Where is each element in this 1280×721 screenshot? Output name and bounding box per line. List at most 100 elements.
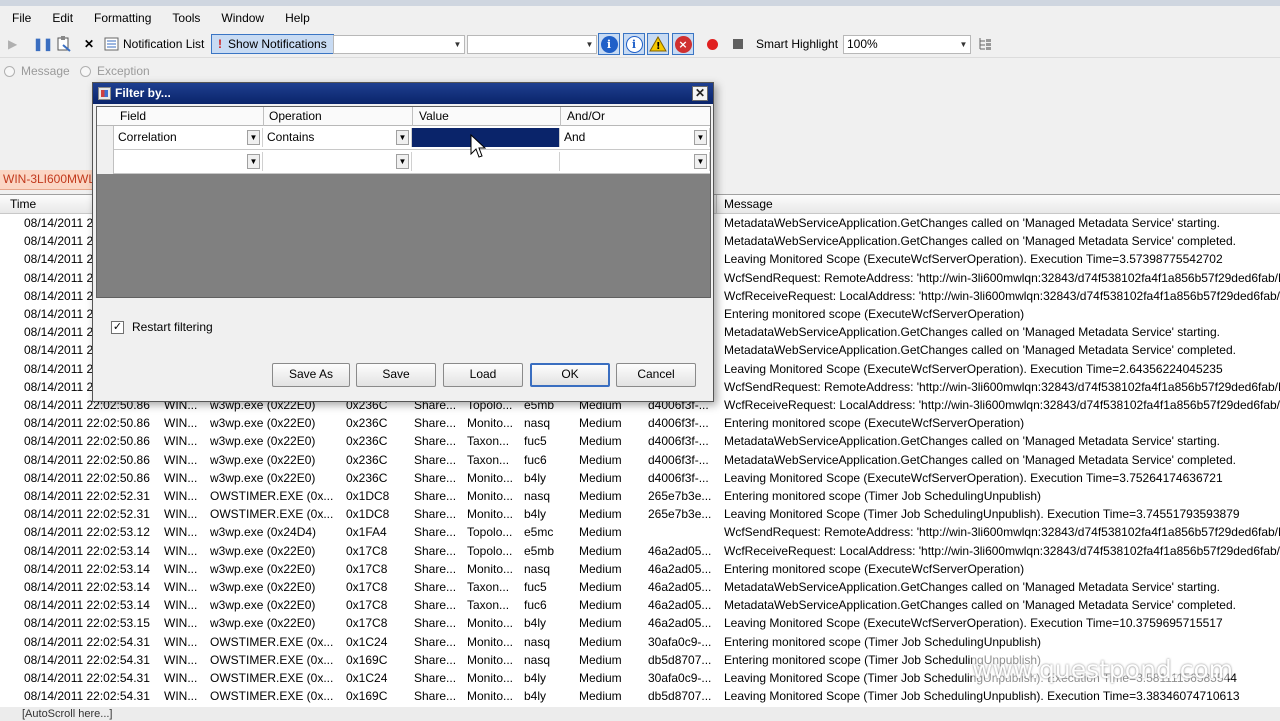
radio-exception[interactable]: Exception bbox=[80, 64, 150, 78]
critical-info-toggle[interactable]: i bbox=[598, 33, 620, 55]
cell-eventid: fuc5 bbox=[524, 434, 547, 449]
table-row[interactable]: 08/14/2011 22:02:53.14 WIN... w3wp.exe (0x… bbox=[0, 560, 1280, 578]
filter-dialog: Filter by... ✕ Field Operation Value And… bbox=[92, 82, 714, 402]
cell-level: Medium bbox=[579, 416, 622, 431]
menu-window[interactable]: Window bbox=[209, 11, 273, 25]
cell-message: Leaving Monitored Scope (ExecuteWcfServe… bbox=[724, 470, 1223, 485]
table-row[interactable]: 08/14/2011 22:02:50.86 WIN... w3wp.exe (0x… bbox=[0, 451, 1280, 469]
notification-list-button[interactable]: Notification List bbox=[104, 34, 204, 54]
checkmark-icon[interactable]: ✓ bbox=[111, 320, 124, 334]
cell-message: Entering monitored scope (Timer Job Sche… bbox=[724, 489, 1042, 503]
chevron-down-icon[interactable]: ▼ bbox=[694, 154, 707, 169]
chevron-down-icon[interactable]: ▼ bbox=[247, 130, 260, 145]
cell-product: Share... bbox=[414, 489, 457, 503]
cell-category: Monito... bbox=[467, 470, 514, 485]
record-icon[interactable] bbox=[707, 34, 718, 54]
table-row[interactable]: 08/14/2011 22:02:53.15 WIN... w3wp.exe (0x… bbox=[0, 614, 1280, 632]
column-time[interactable]: Time bbox=[10, 197, 36, 211]
zoom-combo[interactable]: 100% ▼ bbox=[843, 35, 971, 54]
filter-row: Correlation ▼ Contains ▼ And ▼ bbox=[97, 126, 710, 150]
menu-file[interactable]: File bbox=[0, 11, 40, 25]
cell-process: w3wp.exe (0x22E0) bbox=[210, 543, 316, 558]
restart-filtering-checkbox[interactable]: ✓ Restart filtering bbox=[111, 320, 213, 334]
load-button[interactable]: Load bbox=[443, 363, 523, 387]
smart-highlight-label[interactable]: Smart Highlight bbox=[756, 34, 838, 54]
cell-server: WIN... bbox=[164, 434, 198, 449]
filter-combo-1[interactable]: ▼ bbox=[333, 35, 465, 54]
chevron-down-icon[interactable]: ▼ bbox=[247, 154, 260, 169]
cell-server: WIN... bbox=[164, 616, 198, 631]
show-notifications-button[interactable]: ! Show Notifications bbox=[211, 34, 334, 54]
cell-process: w3wp.exe (0x22E0) bbox=[210, 561, 316, 576]
table-row[interactable]: 08/14/2011 22:02:50.86 WIN... w3wp.exe (0x… bbox=[0, 432, 1280, 450]
row-selector[interactable] bbox=[97, 126, 114, 150]
info-toggle[interactable]: i bbox=[623, 33, 645, 55]
column-separator bbox=[716, 195, 717, 214]
table-row[interactable]: 08/14/2011 22:02:53.14 WIN... w3wp.exe (0x… bbox=[0, 542, 1280, 560]
chevron-down-icon: ▼ bbox=[585, 40, 594, 49]
cell-level: Medium bbox=[579, 580, 622, 594]
table-row[interactable]: 08/14/2011 22:02:50.86 WIN... w3wp.exe (0x… bbox=[0, 469, 1280, 487]
cell-time: 08/14/2011 22:02:50.86 bbox=[24, 416, 150, 431]
save-button[interactable]: Save bbox=[356, 363, 436, 387]
table-row[interactable]: 08/14/2011 22:02:53.12 WIN... w3wp.exe (0x… bbox=[0, 523, 1280, 541]
table-row[interactable]: 08/14/2011 22:02:54.31 WIN... OWSTIMER.EXE… bbox=[0, 687, 1280, 705]
table-row[interactable]: 08/14/2011 22:02:50.86 WIN... w3wp.exe (0x… bbox=[0, 414, 1280, 432]
close-icon[interactable]: ✕ bbox=[692, 86, 708, 101]
column-separator bbox=[263, 107, 264, 126]
menu-formatting[interactable]: Formatting bbox=[82, 11, 160, 25]
clipboard-icon[interactable] bbox=[56, 34, 72, 54]
play-icon[interactable]: ▶ bbox=[8, 34, 17, 54]
cell-server: WIN... bbox=[164, 452, 198, 467]
chevron-down-icon[interactable]: ▼ bbox=[396, 130, 409, 145]
autoscroll-footer[interactable]: [AutoScroll here...] bbox=[0, 707, 1280, 721]
cell-correlation: 46a2ad05... bbox=[648, 543, 712, 558]
field-select[interactable]: ▼ bbox=[114, 152, 263, 171]
value-input[interactable] bbox=[412, 128, 560, 147]
operation-select[interactable]: ▼ bbox=[263, 152, 412, 171]
dialog-titlebar[interactable]: Filter by... ✕ bbox=[93, 83, 713, 104]
cell-thread: 0x17C8 bbox=[346, 580, 388, 594]
ok-button[interactable]: OK bbox=[530, 363, 610, 387]
field-value: Correlation bbox=[118, 130, 177, 144]
cell-product: Share... bbox=[414, 543, 457, 558]
cell-thread: 0x17C8 bbox=[346, 561, 388, 576]
save-as-button[interactable]: Save As bbox=[272, 363, 350, 387]
filter-combo-2[interactable]: ▼ bbox=[467, 35, 597, 54]
server-tab[interactable]: WIN-3LI600MWL bbox=[0, 170, 96, 190]
cell-category: Monito... bbox=[467, 561, 514, 576]
table-row[interactable]: 08/14/2011 22:02:52.31 WIN... OWSTIMER.EXE… bbox=[0, 505, 1280, 523]
radio-message[interactable]: Message bbox=[4, 64, 70, 78]
cancel-button[interactable]: Cancel bbox=[616, 363, 696, 387]
cell-time: 08/14/2011 22:02:54.31 bbox=[24, 671, 150, 685]
stop-icon[interactable] bbox=[733, 34, 743, 54]
menu-tools[interactable]: Tools bbox=[160, 11, 209, 25]
pause-icon[interactable]: ❚❚ bbox=[33, 34, 53, 54]
value-input[interactable] bbox=[412, 152, 560, 171]
cell-thread: 0x236C bbox=[346, 452, 388, 467]
tree-icon[interactable] bbox=[977, 34, 993, 54]
menu-edit[interactable]: Edit bbox=[40, 11, 82, 25]
error-toggle[interactable]: × bbox=[672, 33, 694, 55]
chevron-down-icon[interactable]: ▼ bbox=[396, 154, 409, 169]
cell-eventid: b4ly bbox=[524, 689, 547, 704]
warning-toggle[interactable]: ! bbox=[647, 33, 669, 55]
table-row[interactable]: 08/14/2011 22:02:53.14 WIN... w3wp.exe (0x… bbox=[0, 578, 1280, 596]
menu-help[interactable]: Help bbox=[273, 11, 319, 25]
cell-level: Medium bbox=[579, 489, 622, 503]
andor-select[interactable]: And ▼ bbox=[560, 128, 710, 147]
chevron-down-icon[interactable]: ▼ bbox=[694, 130, 707, 145]
field-select[interactable]: Correlation ▼ bbox=[114, 128, 263, 147]
table-row[interactable]: 08/14/2011 22:02:53.14 WIN... w3wp.exe (0x… bbox=[0, 596, 1280, 614]
cell-process: w3wp.exe (0x22E0) bbox=[210, 580, 316, 594]
cell-time: 08/14/2011 22:02:54.31 bbox=[24, 689, 150, 704]
table-row[interactable]: 08/14/2011 22:02:52.31 WIN... OWSTIMER.EXE… bbox=[0, 487, 1280, 505]
clear-icon[interactable]: ✕ bbox=[84, 34, 94, 54]
cell-level: Medium bbox=[579, 507, 622, 522]
table-row[interactable]: 08/14/2011 22:02:54.31 WIN... OWSTIMER.EXE… bbox=[0, 633, 1280, 651]
radio-icon bbox=[80, 65, 91, 77]
operation-select[interactable]: Contains ▼ bbox=[263, 128, 412, 147]
row-selector[interactable] bbox=[97, 150, 114, 174]
column-message[interactable]: Message bbox=[724, 197, 773, 211]
andor-select[interactable]: ▼ bbox=[560, 152, 710, 171]
